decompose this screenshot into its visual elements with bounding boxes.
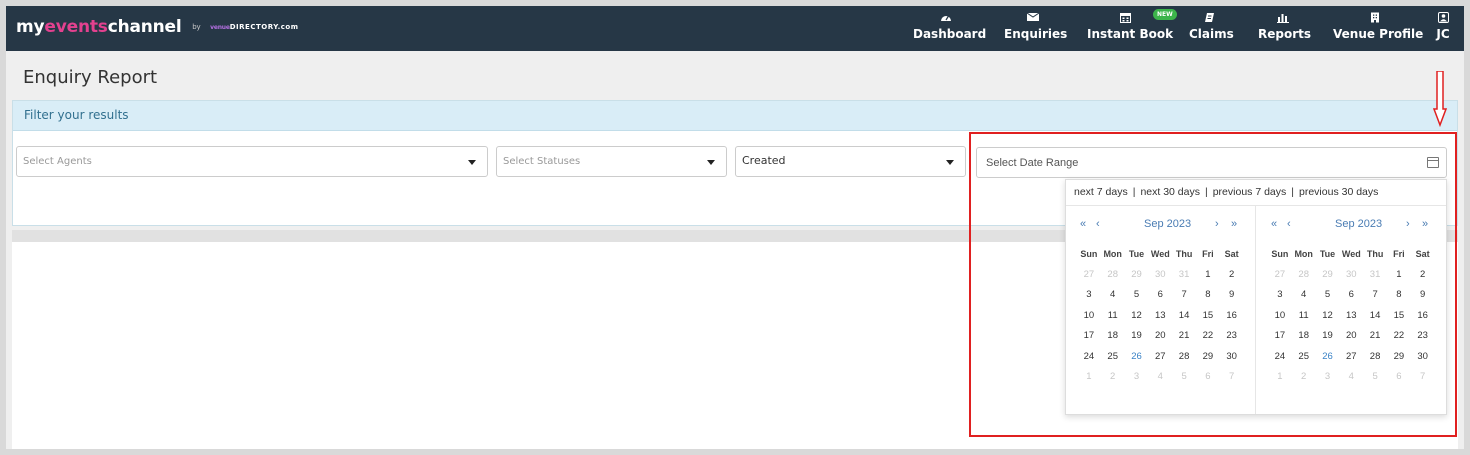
building-icon xyxy=(1333,12,1417,25)
caret-down-icon xyxy=(707,160,715,165)
new-badge: NEW xyxy=(1153,9,1177,20)
statuses-select-placeholder: Select Statuses xyxy=(503,156,581,167)
dashboard-icon xyxy=(913,12,979,25)
nav-enquiries[interactable]: Enquiries xyxy=(1004,12,1068,41)
nav-venue-profile-label: Venue Profile xyxy=(1333,27,1424,41)
brand-logo[interactable]: myeventschannel by venueDIRECTORY.com xyxy=(16,17,299,37)
bar-chart-icon xyxy=(1258,12,1308,25)
caret-down-icon xyxy=(946,160,954,165)
nav-claims-label: Claims xyxy=(1189,27,1234,41)
nav-enquiries-label: Enquiries xyxy=(1004,27,1068,41)
agents-select[interactable]: Select Agents xyxy=(16,146,488,177)
partner-logo: DIRECTORY.com xyxy=(229,23,299,31)
page-title: Enquiry Report xyxy=(23,67,158,88)
logo-text-events: events xyxy=(44,17,108,37)
nav-venue-profile[interactable]: Venue Profile xyxy=(1333,12,1424,41)
browser-viewport: myeventschannel by venueDIRECTORY.com Da… xyxy=(6,6,1464,449)
nav-reports[interactable]: Reports xyxy=(1258,12,1312,41)
nav-reports-label: Reports xyxy=(1258,27,1312,41)
partner-logo-top: venue xyxy=(210,24,230,31)
caret-down-icon xyxy=(468,160,476,165)
logo-text-my: my xyxy=(16,17,45,37)
agents-select-placeholder: Select Agents xyxy=(23,156,92,167)
annotation-highlight-box xyxy=(969,132,1457,437)
user-icon xyxy=(1432,12,1454,25)
calendar-icon xyxy=(1087,12,1163,25)
nav-instant-book[interactable]: Instant Book xyxy=(1087,12,1174,41)
logo-text-channel: channel xyxy=(107,17,182,37)
nav-dashboard-label: Dashboard xyxy=(913,27,987,41)
filter-panel-heading: Filter your results xyxy=(13,101,1457,131)
date-type-select-value: Created xyxy=(742,154,786,167)
nav-claims[interactable]: Claims xyxy=(1189,12,1234,41)
top-navbar: myeventschannel by venueDIRECTORY.com Da… xyxy=(6,6,1464,51)
annotation-arrow-icon xyxy=(1433,71,1447,127)
date-type-select[interactable]: Created xyxy=(735,146,966,177)
nav-dashboard[interactable]: Dashboard xyxy=(913,12,987,41)
envelope-icon xyxy=(1004,12,1062,25)
nav-instant-book-label: Instant Book xyxy=(1087,27,1174,41)
statuses-select[interactable]: Select Statuses xyxy=(496,146,727,177)
nav-user-menu[interactable]: JC xyxy=(1432,12,1454,41)
nav-user-initials: JC xyxy=(1436,27,1450,41)
logo-by-text: by xyxy=(192,23,201,31)
tag-icon xyxy=(1189,12,1229,25)
